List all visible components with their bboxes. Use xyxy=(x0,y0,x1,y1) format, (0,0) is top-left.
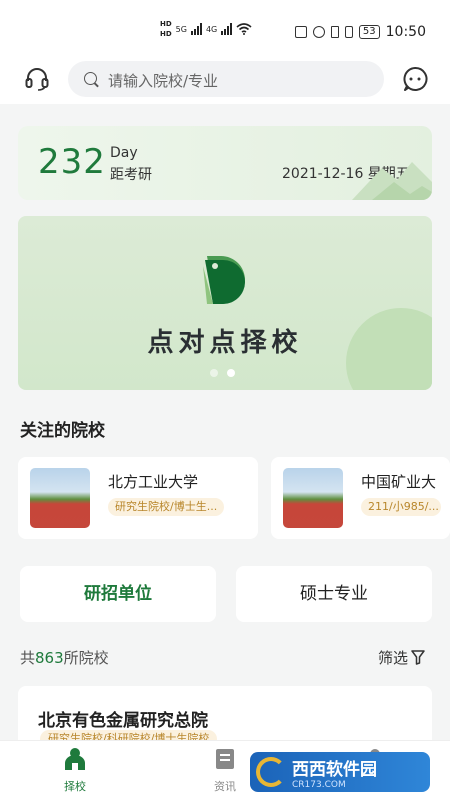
school-name: 中国矿业大 xyxy=(361,473,437,491)
carousel-dot-active[interactable] xyxy=(227,369,235,377)
mountain-decoration xyxy=(352,162,432,200)
filter-icon xyxy=(411,650,425,665)
status-bar: HD HD 5G 4G 53 10:50 xyxy=(0,0,450,56)
choose-school-icon xyxy=(65,748,85,770)
admission-units-button[interactable]: 研招单位 xyxy=(20,566,216,622)
count-number: 863 xyxy=(35,649,64,667)
hd-indicator: HD HD xyxy=(160,20,172,38)
network-5g-label: 5G xyxy=(175,24,187,34)
nav-item-news[interactable]: 资讯 xyxy=(195,747,255,794)
school-photo xyxy=(30,468,90,528)
promo-banner[interactable]: 点对点择校 xyxy=(18,216,432,390)
search-input[interactable]: 请输入院校/专业 xyxy=(68,61,384,97)
watermark-brand: 西西软件园 CR173.COM xyxy=(292,755,377,790)
school-tag: 211/小985/... xyxy=(361,498,441,516)
followed-school-card[interactable]: 北方工业大学 研究生院校/博士生... xyxy=(18,457,258,539)
brand-logo-icon xyxy=(203,256,245,304)
headset-icon[interactable] xyxy=(24,66,50,92)
school-count: 共863所院校 xyxy=(20,647,109,668)
nav-label: 择校 xyxy=(64,780,86,793)
nav-label: 资讯 xyxy=(214,780,236,793)
signal-icon xyxy=(190,23,202,35)
bluetooth-icon xyxy=(330,26,339,38)
watermark-logo-icon xyxy=(256,757,286,787)
hd1-label: HD xyxy=(160,20,172,28)
nav-item-choose-school[interactable]: 择校 xyxy=(45,747,105,794)
countdown-label: 距考研 xyxy=(110,167,152,183)
school-photo xyxy=(283,468,343,528)
search-placeholder: 请输入院校/专业 xyxy=(108,72,219,90)
network-indicators: HD HD 5G 4G xyxy=(160,20,252,38)
top-bar: 请输入院校/专业 xyxy=(0,56,450,104)
system-indicators: 53 10:50 xyxy=(294,24,426,40)
carousel-dots xyxy=(210,369,235,377)
alarm-icon xyxy=(312,26,325,38)
filter-label: 筛选 xyxy=(378,649,409,667)
watermark-brand-text: 西西软件园 xyxy=(292,759,377,780)
message-icon[interactable] xyxy=(402,66,428,92)
hd2-label: HD xyxy=(160,30,172,38)
clock: 10:50 xyxy=(385,24,426,40)
countdown-unit: Day xyxy=(110,145,138,161)
vibrate-icon xyxy=(344,26,353,38)
wifi-icon xyxy=(236,23,252,35)
countdown-days: 232 xyxy=(38,142,106,182)
battery-level: 53 xyxy=(358,25,380,39)
followed-school-card[interactable]: 中国矿业大 211/小985/... xyxy=(271,457,450,539)
carousel-dot[interactable] xyxy=(210,369,218,377)
followed-schools-title: 关注的院校 xyxy=(20,421,105,441)
school-name: 北方工业大学 xyxy=(108,473,199,491)
signal-icon xyxy=(221,23,233,35)
news-icon xyxy=(216,749,234,769)
banner-title: 点对点择校 xyxy=(147,328,303,358)
count-prefix: 共 xyxy=(20,649,36,667)
school-name: 北京有色金属研究总院 xyxy=(38,711,208,731)
site-watermark: 西西软件园 CR173.COM xyxy=(250,752,430,792)
nfc-icon xyxy=(294,26,307,38)
network-4g-label: 4G xyxy=(205,24,218,34)
exam-countdown-card: 232 Day 距考研 2021-12-16 星期五 xyxy=(18,126,432,200)
master-majors-button[interactable]: 硕士专业 xyxy=(236,566,432,622)
watermark-url: CR173.COM xyxy=(292,779,346,790)
count-suffix: 所院校 xyxy=(63,649,109,667)
school-tag: 研究生院校/博士生... xyxy=(108,498,225,516)
filter-button[interactable]: 筛选 xyxy=(378,647,425,668)
search-icon xyxy=(84,72,97,85)
